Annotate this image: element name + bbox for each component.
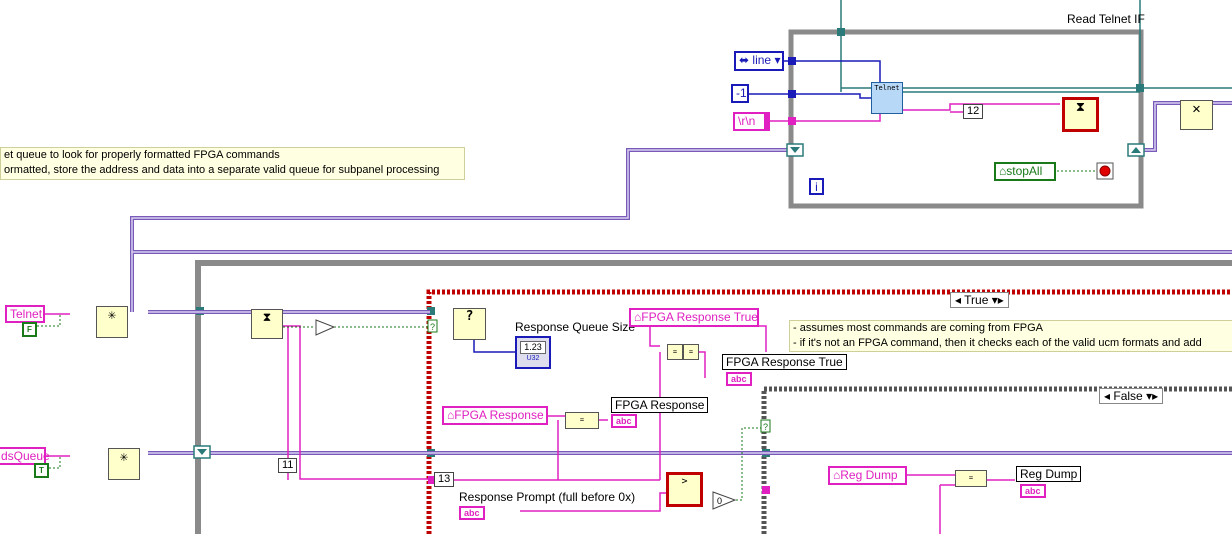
star-icon: ✳ (119, 449, 129, 465)
svg-text:?: ? (763, 422, 768, 432)
telnet-icon: Telnet (874, 84, 900, 92)
split-icon: > (681, 476, 688, 487)
release-queue-node[interactable]: ✕ (1180, 100, 1213, 130)
response-queue-size-label: Response Queue Size (515, 320, 636, 334)
obtain-queue-node[interactable]: ✳ (108, 448, 140, 480)
constant-thirteen[interactable]: 13 (434, 472, 455, 487)
stop-button (1099, 165, 1111, 177)
enqueue-node[interactable]: ⧗ (1062, 97, 1099, 132)
fpga-response-indicator: abc (611, 414, 637, 428)
timeout-constant[interactable]: -1 (731, 84, 749, 103)
fpga-response-true-indicator: abc (726, 372, 752, 386)
dequeue-node[interactable]: ⧗ (251, 309, 283, 339)
reg-dump-label: Reg Dump (1016, 466, 1082, 482)
case-selector-label-true[interactable]: ◂ True ▾▸ (950, 292, 1009, 308)
response-prompt-indicator: abc (459, 506, 485, 520)
fpga-response-local[interactable]: ⌂FPGA Response (442, 406, 548, 425)
obtain-queue-node-telnet[interactable]: ✳ (96, 306, 128, 338)
match-icon: = (672, 348, 678, 356)
fpga-response-label: FPGA Response (611, 397, 709, 413)
match-pattern-node[interactable]: = (565, 412, 599, 429)
constant-eleven[interactable]: 11 (278, 458, 298, 473)
tunnel (788, 90, 796, 98)
tunnel (1136, 84, 1144, 92)
fpga-response-true-label: FPGA Response True (722, 354, 847, 370)
svg-text:?: ? (430, 322, 435, 332)
search-split-node[interactable]: > (666, 472, 703, 507)
stop-all-local[interactable]: ⌂stopAll (994, 162, 1056, 181)
tunnel (788, 117, 796, 125)
queue-bool-constant[interactable]: T (34, 463, 49, 478)
zero-const: 0 (717, 496, 723, 506)
response-prompt-label: Response Prompt (full before 0x) (459, 490, 636, 504)
match-pattern-node-regdump[interactable]: = (955, 470, 987, 487)
increment-arrow-icon: ▸ (1152, 389, 1159, 403)
ref-wires (840, 0, 1232, 93)
constant-twelve[interactable]: 12 (963, 104, 984, 119)
match-icon: = (968, 474, 974, 482)
tunnel (837, 28, 845, 36)
question-icon: ? (465, 309, 474, 324)
telnet-bool-constant[interactable]: F (22, 322, 37, 337)
block-diagram: ? ? (37, 0, 1232, 534)
mode-enum[interactable]: ⬌ line ▾ (734, 51, 784, 71)
dropdown-arrow-icon: ▾ (774, 53, 781, 67)
tunnel (762, 486, 770, 494)
telnet-control[interactable]: Telnet (5, 305, 45, 323)
comment-top: et queue to look for properly formatted … (0, 147, 465, 180)
match-node[interactable]: = (667, 344, 683, 360)
match-icon: = (688, 348, 694, 356)
case-false-frame (761, 386, 1232, 534)
terminator-constant[interactable]: \r\n (733, 112, 770, 131)
fpga-response-true-local[interactable]: ⌂FPGA Response True (629, 308, 759, 327)
hourglass-icon: ⧗ (262, 310, 272, 324)
get-queue-status-node[interactable]: ? (453, 308, 486, 340)
match-icon: = (579, 416, 585, 424)
case-selector-label-false[interactable]: ◂ False ▾▸ (1099, 388, 1164, 404)
tunnel (788, 57, 796, 65)
decrement-arrow-icon: ◂ (955, 293, 962, 307)
enum-arrows-icon: ⬌ (739, 53, 750, 67)
match-node-b[interactable]: = (683, 344, 699, 360)
comment-assumes: - assumes most commands are coming from … (789, 320, 1232, 352)
reg-dump-local[interactable]: ⌂Reg Dump (828, 466, 907, 485)
hourglass-icon: ⧗ (1075, 100, 1086, 115)
iteration-terminal: i (809, 178, 824, 195)
decrement-arrow-icon: ◂ (1104, 389, 1111, 403)
close-icon: ✕ (1192, 101, 1201, 117)
loop-title: Read Telnet IF (1067, 12, 1145, 26)
increment-arrow-icon: ▸ (997, 293, 1004, 307)
telnet-read-node[interactable]: Telnet (871, 82, 903, 114)
response-queue-size-indicator: 1.23 U32 (515, 336, 551, 369)
star-icon: ✳ (107, 307, 117, 323)
reg-dump-indicator: abc (1020, 484, 1046, 498)
compare-node (315, 319, 336, 336)
